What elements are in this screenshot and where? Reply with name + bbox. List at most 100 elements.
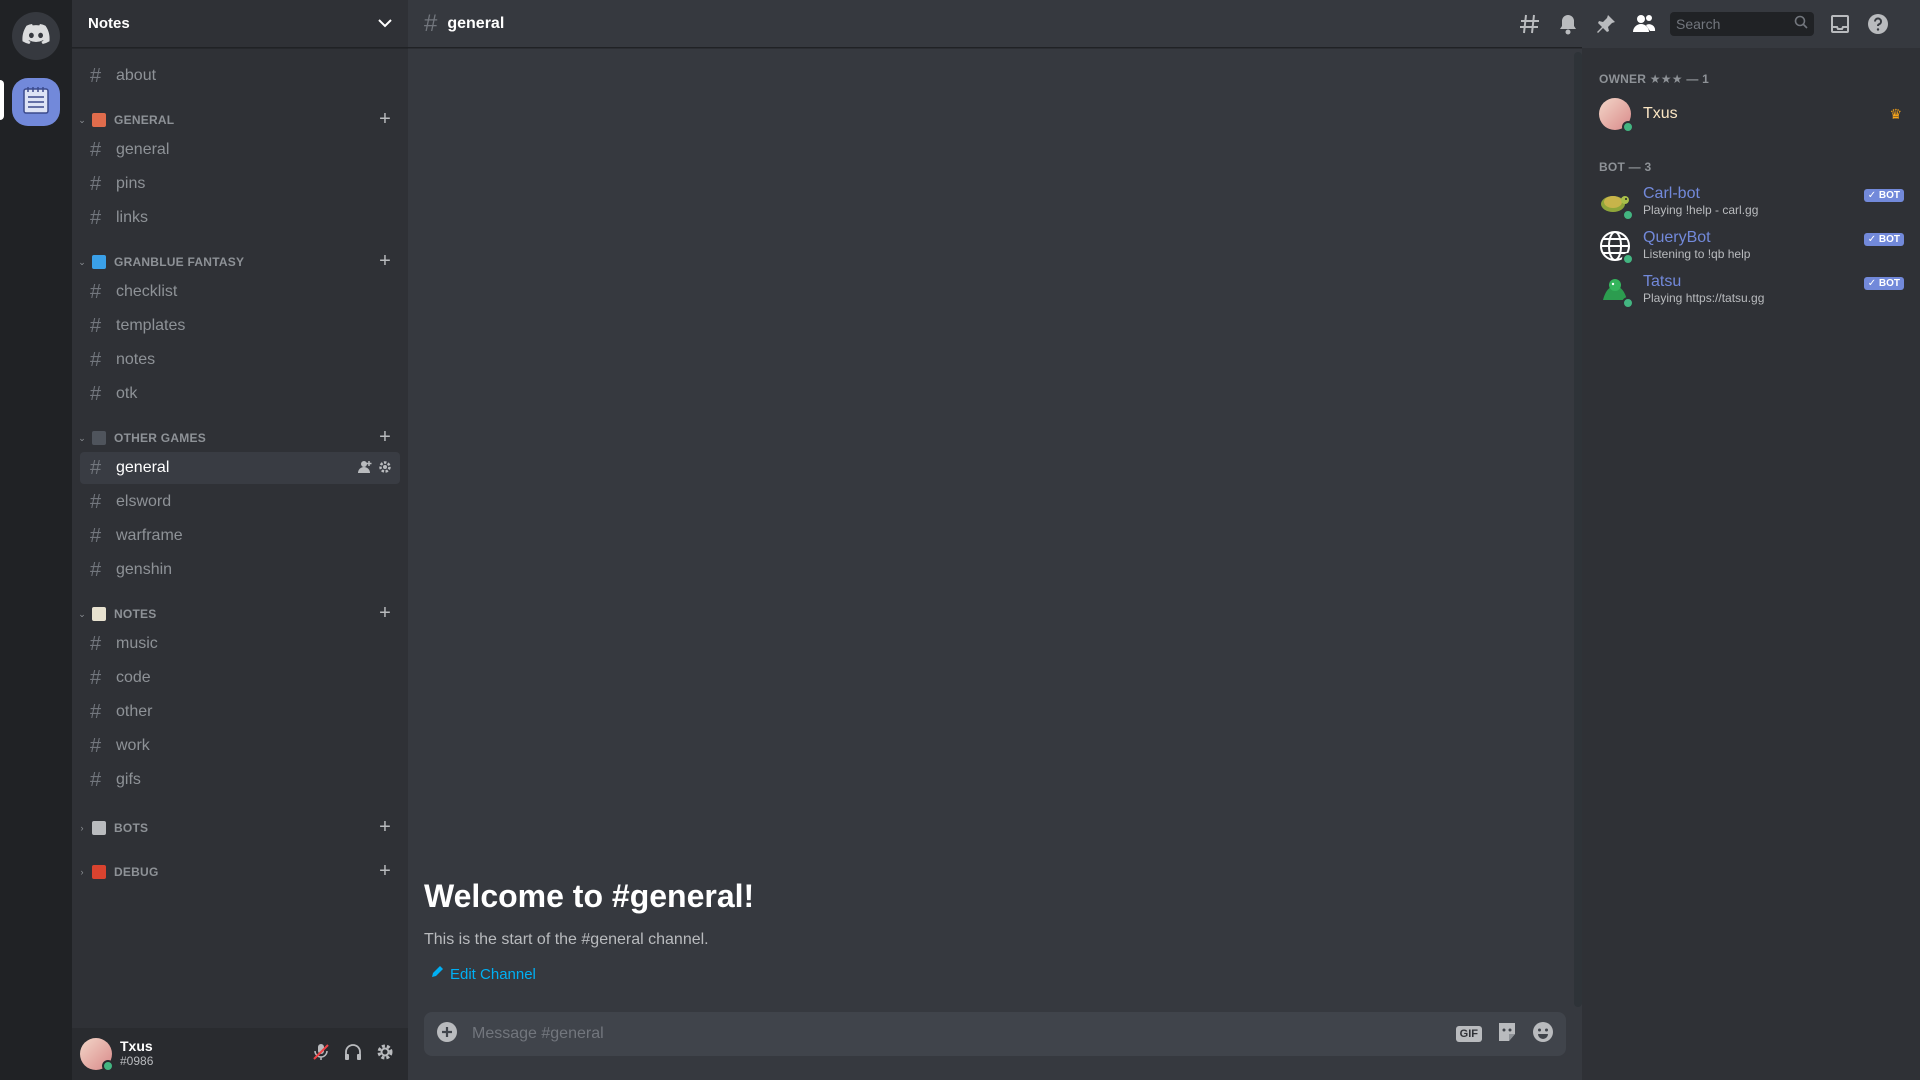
text-channel-icon: # — [90, 633, 102, 655]
deafen-button[interactable] — [342, 1043, 364, 1065]
bot-badge: ✓ BOT — [1863, 277, 1904, 290]
text-channel-icon: # — [90, 65, 102, 87]
text-channel-icon: # — [90, 735, 102, 757]
avatar — [1599, 186, 1634, 221]
channel-item-checklist[interactable]: # checklist — [80, 276, 400, 308]
category-general[interactable]: ⌄ GENERAL + — [72, 108, 408, 132]
text-channel-icon: # — [90, 139, 102, 161]
search-input[interactable] — [1676, 16, 1794, 32]
channel-item-genshin[interactable]: # genshin — [80, 554, 400, 586]
category-label: DEBUG — [114, 865, 159, 879]
avatar — [1599, 274, 1634, 309]
server-icon-notes[interactable] — [12, 78, 60, 126]
add-channel-icon[interactable]: + — [376, 251, 394, 271]
member-querybot[interactable]: QueryBot Listening to !qb help ✓ BOT — [1582, 224, 1920, 268]
text-channel-icon: # — [90, 457, 102, 479]
category-emoji-icon — [92, 255, 106, 269]
channel-label: about — [116, 67, 157, 84]
pin-icon[interactable] — [1594, 12, 1618, 36]
channel-item-music[interactable]: # music — [80, 628, 400, 660]
channel-item-other[interactable]: # other — [80, 696, 400, 728]
channel-label: gifs — [116, 771, 141, 788]
user-settings-button[interactable] — [374, 1043, 396, 1065]
welcome-title: Welcome to #general! — [424, 878, 755, 914]
channel-item-links[interactable]: # links — [80, 202, 400, 234]
mute-button[interactable] — [310, 1043, 332, 1065]
channel-item-general[interactable]: # general — [80, 452, 400, 484]
pencil-icon — [430, 965, 444, 983]
scrollbar[interactable] — [1574, 52, 1582, 1007]
online-status-dot — [1622, 297, 1634, 309]
category-notes[interactable]: ⌄ NOTES + — [72, 602, 408, 626]
channel-item-templates[interactable]: # templates — [80, 310, 400, 342]
search-box[interactable] — [1670, 12, 1814, 36]
gear-icon[interactable] — [378, 460, 392, 479]
category-bots[interactable]: › BOTS + — [72, 816, 408, 840]
channel-item-pins[interactable]: # pins — [80, 168, 400, 200]
member-name: Txus — [1643, 105, 1678, 122]
add-channel-icon[interactable]: + — [376, 427, 394, 447]
channel-list: # about ⌄ GENERAL + # general # pins # links ⌄ GRANB… — [72, 48, 408, 884]
add-channel-icon[interactable]: + — [376, 603, 394, 623]
inbox-icon[interactable] — [1828, 12, 1852, 36]
channel-item-gifs[interactable]: # gifs — [80, 764, 400, 796]
channel-label: otk — [116, 385, 138, 402]
text-channel-icon: # — [90, 559, 102, 581]
member-owner[interactable]: Txus ♛ — [1582, 92, 1920, 136]
add-channel-icon[interactable]: + — [376, 861, 394, 881]
add-channel-icon[interactable]: + — [376, 817, 394, 837]
channel-item-general[interactable]: # general — [80, 134, 400, 166]
category-debug[interactable]: › DEBUG + — [72, 860, 408, 884]
avatar — [1599, 98, 1634, 133]
channel-item-otk[interactable]: # otk — [80, 378, 400, 410]
help-icon[interactable] — [1866, 12, 1890, 36]
text-channel-icon: # — [90, 383, 102, 405]
category-label: OTHER GAMES — [114, 431, 206, 445]
chevron-down-icon: ⌄ — [78, 114, 86, 125]
edit-channel-link[interactable]: Edit Channel — [430, 965, 754, 983]
category-emoji-icon — [92, 821, 106, 835]
server-rail — [0, 0, 72, 1080]
selected-server-indicator — [0, 80, 4, 120]
category-emoji-icon — [92, 865, 106, 879]
category-label: GRANBLUE FANTASY — [114, 255, 245, 269]
threads-icon[interactable] — [1518, 12, 1542, 36]
add-channel-icon[interactable]: + — [376, 109, 394, 129]
home-button[interactable] — [12, 12, 60, 60]
channel-item-work[interactable]: # work — [80, 730, 400, 762]
user-panel: Txus #0986 — [72, 1028, 408, 1080]
text-channel-icon: # — [90, 769, 102, 791]
member-carl-bot[interactable]: Carl-bot Playing !help - carl.gg ✓ BOT — [1582, 180, 1920, 224]
chevron-down-icon: ⌄ — [78, 608, 86, 619]
chat-area: # general Welcome to #general! This is t… — [408, 0, 1582, 1080]
discord-logo-icon — [22, 23, 50, 49]
chevron-down-icon[interactable] — [378, 15, 392, 33]
invite-icon[interactable] — [358, 460, 372, 479]
category-other-games[interactable]: ⌄ OTHER GAMES + — [72, 426, 408, 450]
channel-item-warframe[interactable]: # warframe — [80, 520, 400, 552]
category-label: NOTES — [114, 607, 157, 621]
channel-item-about[interactable]: # about — [80, 60, 400, 92]
gif-button[interactable]: GIF — [1455, 1026, 1482, 1042]
add-attachment-icon[interactable] — [436, 1021, 458, 1048]
avatar[interactable] — [80, 1038, 114, 1072]
text-channel-icon: # — [424, 9, 438, 37]
bot-badge: ✓ BOT — [1863, 233, 1904, 246]
channel-header: # general — [408, 0, 1582, 48]
avatar — [1599, 230, 1634, 265]
message-input[interactable] — [472, 1025, 1456, 1043]
member-list-icon[interactable] — [1632, 12, 1656, 36]
notification-bell-icon[interactable] — [1556, 12, 1580, 36]
search-icon — [1794, 15, 1808, 34]
member-tatsu[interactable]: Tatsu Playing https://tatsu.gg ✓ BOT — [1582, 268, 1920, 312]
category-granblue-fantasy[interactable]: ⌄ GRANBLUE FANTASY + — [72, 250, 408, 274]
channel-item-notes[interactable]: # notes — [80, 344, 400, 376]
channel-item-elsword[interactable]: # elsword — [80, 486, 400, 518]
emoji-icon[interactable] — [1532, 1021, 1554, 1048]
edit-channel-label: Edit Channel — [450, 965, 536, 983]
channel-item-code[interactable]: # code — [80, 662, 400, 694]
channel-label: music — [116, 635, 158, 652]
text-channel-icon: # — [90, 173, 102, 195]
server-header[interactable]: Notes — [72, 0, 408, 48]
sticker-icon[interactable] — [1496, 1021, 1518, 1048]
